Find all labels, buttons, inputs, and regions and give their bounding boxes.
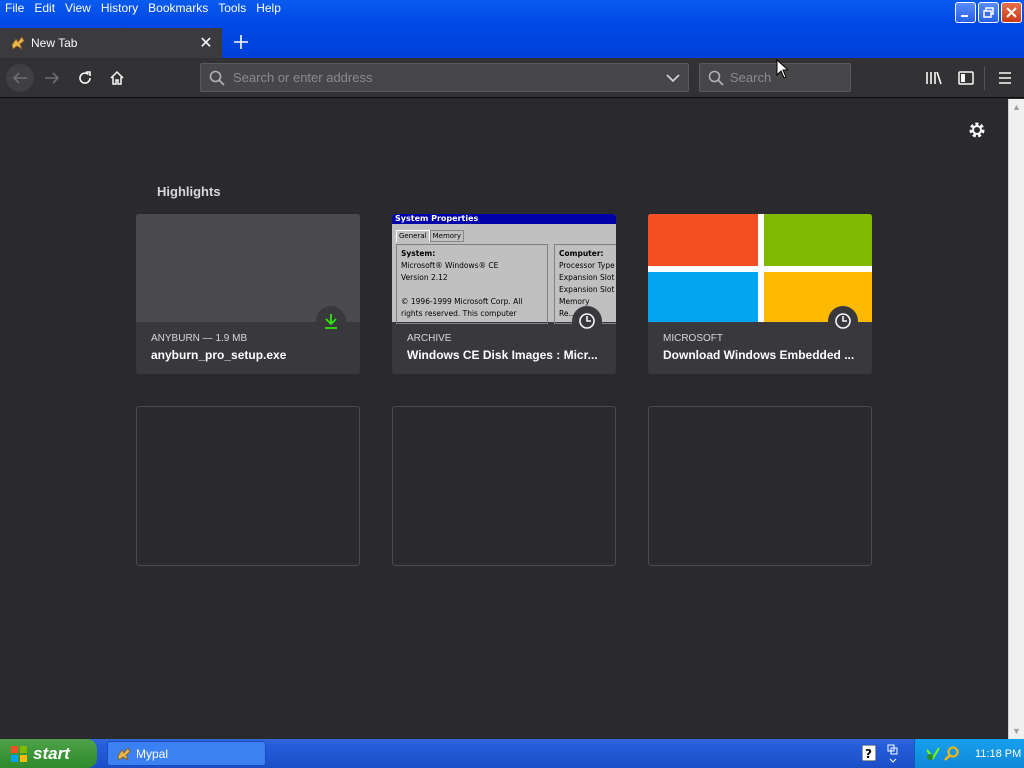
address-input[interactable] xyxy=(233,68,653,87)
thumb-line: Version 2.12 xyxy=(401,273,448,282)
card-host: ARCHIVE xyxy=(407,333,452,344)
empty-highlight-slot xyxy=(136,406,360,566)
menu-history[interactable]: History xyxy=(96,0,143,17)
taskbar-window-label: Mypal xyxy=(136,746,169,761)
new-tab-page: Highlights ANYBURN — 1.9 MB anyburn_pro_… xyxy=(0,99,1008,739)
sidebar-button[interactable] xyxy=(952,64,980,92)
thumb-window-title: System Properties xyxy=(392,214,616,224)
mypal-favicon-icon xyxy=(11,36,25,50)
empty-highlight-slot xyxy=(392,406,616,566)
card-title: Windows CE Disk Images : Micr... xyxy=(407,348,598,362)
search-bar[interactable] xyxy=(699,63,851,92)
highlight-card-microsoft[interactable]: MICROSOFT Download Windows Embedded ... xyxy=(648,214,872,374)
restore-button[interactable] xyxy=(978,2,999,23)
forward-button[interactable] xyxy=(38,64,66,92)
address-bar[interactable] xyxy=(200,63,689,92)
menu-bar: File Edit View History Bookmarks Tools H… xyxy=(0,0,286,17)
window-controls xyxy=(955,2,1022,23)
history-badge xyxy=(572,306,602,336)
mouse-cursor-icon xyxy=(776,59,788,79)
toolbar-divider xyxy=(984,66,985,90)
menu-help[interactable]: Help xyxy=(251,0,286,17)
menu-bookmarks[interactable]: Bookmarks xyxy=(143,0,213,17)
download-badge xyxy=(316,306,346,336)
menu-view[interactable]: View xyxy=(60,0,96,17)
thumb-tab-memory: Memory xyxy=(429,230,465,242)
menu-tools[interactable]: Tools xyxy=(213,0,251,17)
back-arrow-icon xyxy=(12,72,27,84)
gear-icon[interactable] xyxy=(966,119,988,141)
tab-close-icon[interactable]: ✕ xyxy=(196,33,216,53)
card-host: ANYBURN — 1.9 MB xyxy=(151,333,248,344)
back-button[interactable] xyxy=(6,64,34,92)
taskbar-window-mypal[interactable]: Mypal xyxy=(107,741,266,766)
plus-icon xyxy=(234,35,248,49)
thumb-line: Microsoft® Windows® CE xyxy=(401,261,499,270)
network-icon[interactable] xyxy=(925,746,941,762)
taskbar: start Mypal ? 11:18 PM xyxy=(0,739,1024,768)
thumb-line: rights reserved. This computer xyxy=(401,309,517,318)
thumb-line: Expansion Slot xyxy=(559,273,615,282)
search-icon xyxy=(209,70,225,86)
windows-logo-icon xyxy=(11,745,27,762)
system-tray: 11:18 PM xyxy=(914,739,1024,768)
scroll-down-icon[interactable]: ▼ xyxy=(1012,726,1021,736)
clock-time: 11:18 PM xyxy=(975,747,1022,760)
thumb-tab-general: General xyxy=(396,230,430,242)
clock-icon xyxy=(835,313,851,329)
start-label: start xyxy=(33,743,70,763)
title-bar: File Edit View History Bookmarks Tools H… xyxy=(0,0,1024,58)
close-window-button[interactable] xyxy=(1001,2,1022,23)
menu-file[interactable]: File xyxy=(0,0,29,17)
mypal-icon xyxy=(117,746,131,761)
home-button[interactable] xyxy=(103,64,131,92)
thumb-line: © 1996-1999 Microsoft Corp. All xyxy=(401,297,523,306)
hamburger-icon xyxy=(999,72,1011,84)
start-button[interactable]: start xyxy=(0,739,97,768)
close-icon xyxy=(1006,7,1017,18)
home-icon xyxy=(110,70,124,85)
highlights-heading: Highlights xyxy=(157,184,221,199)
new-tab-button[interactable] xyxy=(228,30,254,54)
thumb-system-label: System: xyxy=(401,249,436,258)
minimize-button[interactable] xyxy=(955,2,976,23)
empty-highlight-slot xyxy=(648,406,872,566)
help-icon[interactable]: ? xyxy=(862,745,876,761)
language-bar-icon[interactable] xyxy=(886,743,900,763)
card-title: anyburn_pro_setup.exe xyxy=(151,348,287,362)
thumb-line: Expansion Slot xyxy=(559,285,615,294)
restore-icon xyxy=(983,7,994,18)
minimize-icon xyxy=(961,15,968,17)
download-icon xyxy=(325,314,337,329)
tab-label: New Tab xyxy=(31,36,78,50)
card-host: MICROSOFT xyxy=(663,333,723,344)
menu-edit[interactable]: Edit xyxy=(29,0,60,17)
scroll-up-icon[interactable]: ▲ xyxy=(1012,102,1021,112)
menu-button[interactable] xyxy=(991,64,1019,92)
highlight-card-archive[interactable]: System Properties General Memory System:… xyxy=(392,214,616,374)
reload-button[interactable] xyxy=(71,64,99,92)
forward-arrow-icon xyxy=(45,72,60,84)
library-icon xyxy=(926,71,942,85)
sidebar-icon xyxy=(958,71,974,85)
thumb-line: Processor Type xyxy=(559,261,615,270)
clock-icon xyxy=(579,313,595,329)
library-button[interactable] xyxy=(920,64,948,92)
vertical-scrollbar[interactable]: ▲ ▼ xyxy=(1008,99,1024,739)
highlight-card-anyburn[interactable]: ANYBURN — 1.9 MB anyburn_pro_setup.exe xyxy=(136,214,360,374)
svg-text:?: ? xyxy=(865,747,872,761)
history-badge xyxy=(828,306,858,336)
chevron-down-icon[interactable] xyxy=(666,73,680,83)
card-title: Download Windows Embedded ... xyxy=(663,348,855,362)
search-icon xyxy=(708,70,724,86)
search-tray-icon[interactable] xyxy=(944,746,960,762)
nav-toolbar xyxy=(0,58,1024,98)
reload-icon xyxy=(79,71,91,84)
tab-new-tab[interactable]: New Tab ✕ xyxy=(0,28,222,58)
thumb-computer-label: Computer: xyxy=(559,249,604,258)
